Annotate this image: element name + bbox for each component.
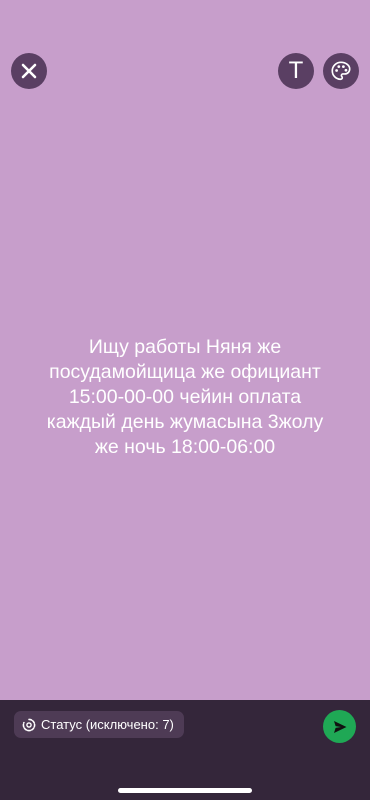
status-message-text[interactable]: Ищу работы Няня же посудамойщица же офиц… — [15, 335, 355, 460]
status-privacy-chip[interactable]: Статус (исключено: 7) — [14, 711, 184, 738]
text-icon: T — [288, 57, 304, 84]
send-button[interactable] — [323, 710, 356, 743]
status-canvas[interactable]: T Ищу работы Няня же посудамойщица же оф… — [0, 0, 370, 700]
text-tool-button[interactable]: T — [278, 53, 314, 89]
close-icon — [21, 63, 37, 79]
status-privacy-label: Статус (исключено: 7) — [41, 717, 174, 732]
close-button[interactable] — [11, 53, 47, 89]
bottom-bar: Статус (исключено: 7) — [0, 700, 370, 800]
palette-icon — [331, 61, 351, 81]
home-indicator — [118, 788, 252, 793]
status-privacy-icon — [22, 718, 36, 731]
color-palette-button[interactable] — [323, 53, 359, 89]
send-icon — [333, 720, 346, 733]
